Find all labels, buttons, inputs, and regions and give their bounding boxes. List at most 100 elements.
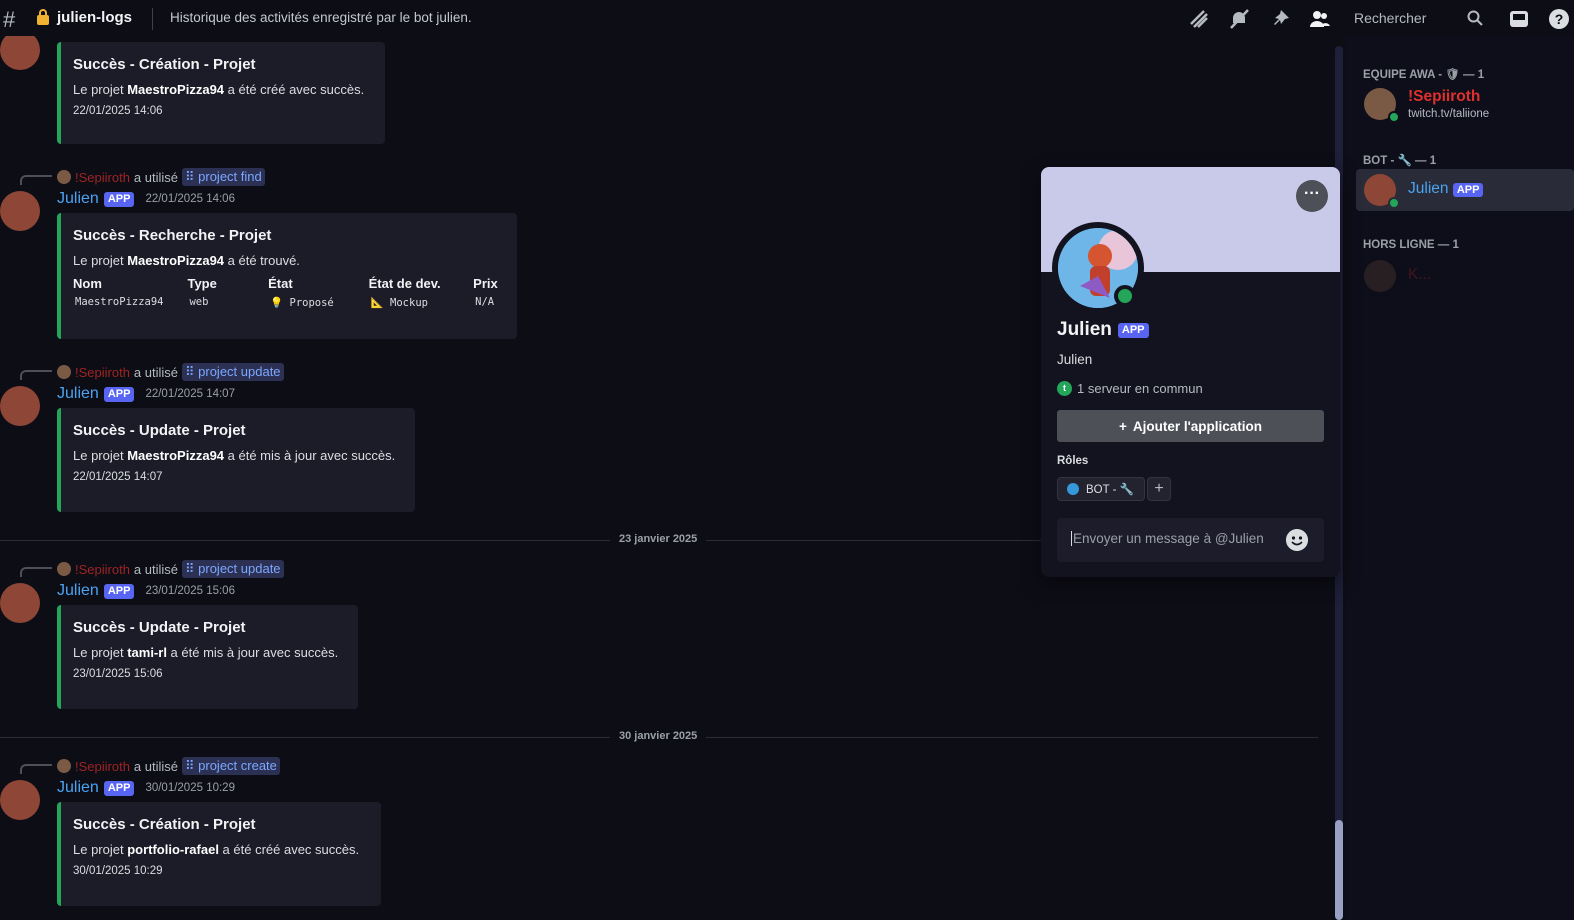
channel-hash-icon: # [3, 7, 16, 32]
command-reference[interactable]: !Sepiiroth a utilisé ⠿ project update [57, 560, 284, 578]
slash-command[interactable]: ⠿ project update [182, 363, 284, 381]
julien-avatar[interactable] [0, 36, 40, 70]
author-name[interactable]: Julien [57, 385, 99, 403]
channel-name: julien-logs [57, 9, 132, 26]
profile-display-name: Julien APP [1057, 319, 1149, 341]
julien-avatar[interactable] [0, 386, 40, 426]
date-label: 30 janvier 2025 [610, 730, 707, 742]
app-badge: APP [1117, 322, 1149, 338]
reply-connector [20, 567, 52, 577]
reply-used-text: a utilisé [133, 364, 178, 380]
message-header: Julien APP 22/01/2025 14:07 [57, 385, 235, 403]
timestamp[interactable]: 22/01/2025 14:07 [145, 388, 235, 400]
member-item-julien[interactable]: Julien APP [1356, 169, 1574, 211]
command-reference[interactable]: !Sepiiroth a utilisé ⠿ project find [57, 168, 265, 186]
profile-username: Julien [1057, 352, 1093, 367]
scrollbar-thumb[interactable] [1335, 820, 1343, 920]
date-separator: 30 janvier 2025 [0, 730, 1318, 744]
timestamp[interactable]: 23/01/2025 15:06 [145, 585, 235, 597]
app-badge: APP [103, 191, 135, 207]
emoji-icon[interactable] [1286, 529, 1308, 551]
sepiiroth-mini-avatar [57, 759, 71, 773]
embed-description: Le projet MaestroPizza94 a été trouvé. [73, 253, 300, 268]
add-role-button[interactable]: + [1147, 477, 1171, 501]
channel-topic[interactable]: Historique des activités enregistré par … [170, 10, 472, 25]
embed-footer: 23/01/2025 15:06 [73, 668, 163, 680]
roles-heading: Rôles [1057, 455, 1089, 467]
embed-field: État de dev. 📐 Mockup [369, 276, 460, 309]
embed: Succès - Recherche - Projet Le projet Ma… [57, 213, 517, 339]
field-value: MaestroPizza94 [75, 296, 164, 308]
search-icon[interactable] [1466, 9, 1484, 27]
server-icon: t [1057, 381, 1072, 396]
slash-command[interactable]: ⠿ project create [182, 757, 280, 775]
timestamp[interactable]: 30/01/2025 10:29 [145, 782, 235, 794]
author-name[interactable]: Julien [57, 779, 99, 797]
julien-avatar[interactable] [0, 583, 40, 623]
profile-popout: ··· Julien APP Julien t 1 serveur en com… [1041, 167, 1340, 577]
embed-title: Succès - Update - Projet [73, 422, 246, 439]
reply-username[interactable]: !Sepiiroth [75, 365, 130, 380]
embed-field: État 💡 Proposé [268, 276, 355, 309]
reply-username[interactable]: !Sepiiroth [75, 562, 130, 577]
svg-text:?: ? [1555, 11, 1564, 27]
embed-footer: 22/01/2025 14:06 [73, 105, 163, 117]
command-reference[interactable]: !Sepiiroth a utilisé ⠿ project create [57, 757, 280, 775]
app-badge: APP [1452, 183, 1484, 197]
notification-bell-muted-icon[interactable] [1228, 8, 1250, 30]
threads-icon[interactable] [1188, 8, 1210, 30]
field-name: Type [187, 276, 217, 291]
slash-command[interactable]: ⠿ project update [182, 560, 284, 578]
embed-title: Succès - Création - Projet [73, 56, 256, 73]
reply-connector [20, 764, 52, 774]
online-status-icon [1388, 197, 1400, 209]
command-icon: ⠿ [185, 169, 199, 184]
display-name: Julien [1057, 319, 1112, 340]
avatar [1364, 260, 1396, 292]
header-divider [152, 8, 153, 30]
command-icon: ⠿ [185, 364, 199, 379]
role-pill[interactable]: BOT - 🔧 [1057, 477, 1145, 501]
field-name: Prix [473, 276, 498, 291]
add-application-button[interactable]: + Ajouter l'application [1057, 410, 1324, 442]
embed: Succès - Création - Projet Le projet por… [57, 802, 381, 906]
sepiiroth-mini-avatar [57, 562, 71, 576]
member-name: K... [1408, 266, 1432, 283]
timestamp[interactable]: 22/01/2025 14:06 [145, 193, 235, 205]
reply-username[interactable]: !Sepiiroth [75, 759, 130, 774]
pin-icon[interactable] [1269, 8, 1291, 30]
reply-used-text: a utilisé [133, 561, 178, 577]
direct-message-box[interactable] [1057, 518, 1324, 562]
common-servers[interactable]: t 1 serveur en commun [1057, 381, 1203, 396]
member-item-offline[interactable]: K... [1356, 255, 1574, 297]
sepiiroth-mini-avatar [57, 365, 71, 379]
embed-title: Succès - Création - Projet [73, 816, 256, 833]
add-application-label: Ajouter l'application [1132, 418, 1263, 434]
embed-title: Succès - Recherche - Projet [73, 227, 272, 244]
embed-footer: 22/01/2025 14:07 [73, 471, 163, 483]
help-icon[interactable]: ? [1548, 8, 1570, 30]
more-options-button[interactable]: ··· [1296, 180, 1328, 212]
member-list-icon[interactable] [1309, 8, 1331, 30]
app-badge: APP [103, 386, 135, 402]
reply-username[interactable]: !Sepiiroth [75, 170, 130, 185]
embed-field: Nom MaestroPizza94 [73, 276, 173, 309]
julien-avatar[interactable] [0, 780, 40, 820]
command-reference[interactable]: !Sepiiroth a utilisé ⠿ project update [57, 363, 284, 381]
inbox-icon[interactable] [1508, 8, 1530, 30]
slash-command[interactable]: ⠿ project find [182, 168, 265, 186]
member-group-header: HORS LIGNE — 1 [1363, 239, 1459, 251]
member-item-sepiiroth[interactable]: !Sepiiroth twitch.tv/taliione [1356, 83, 1574, 125]
field-value: web [189, 296, 209, 308]
author-name[interactable]: Julien [57, 190, 99, 208]
channel-header: # julien-logs Historique des activités e… [0, 0, 1574, 36]
field-value: 📐 Mockup [370, 297, 428, 309]
direct-message-input[interactable] [1071, 531, 1271, 546]
embed: Succès - Update - Projet Le projet Maest… [57, 408, 415, 512]
author-name[interactable]: Julien [57, 582, 99, 600]
common-servers-text: 1 serveur en commun [1077, 381, 1203, 396]
embed-title: Succès - Update - Projet [73, 619, 246, 636]
app-badge: APP [103, 583, 135, 599]
julien-avatar[interactable] [0, 191, 40, 231]
message-header: Julien APP 22/01/2025 14:06 [57, 190, 235, 208]
